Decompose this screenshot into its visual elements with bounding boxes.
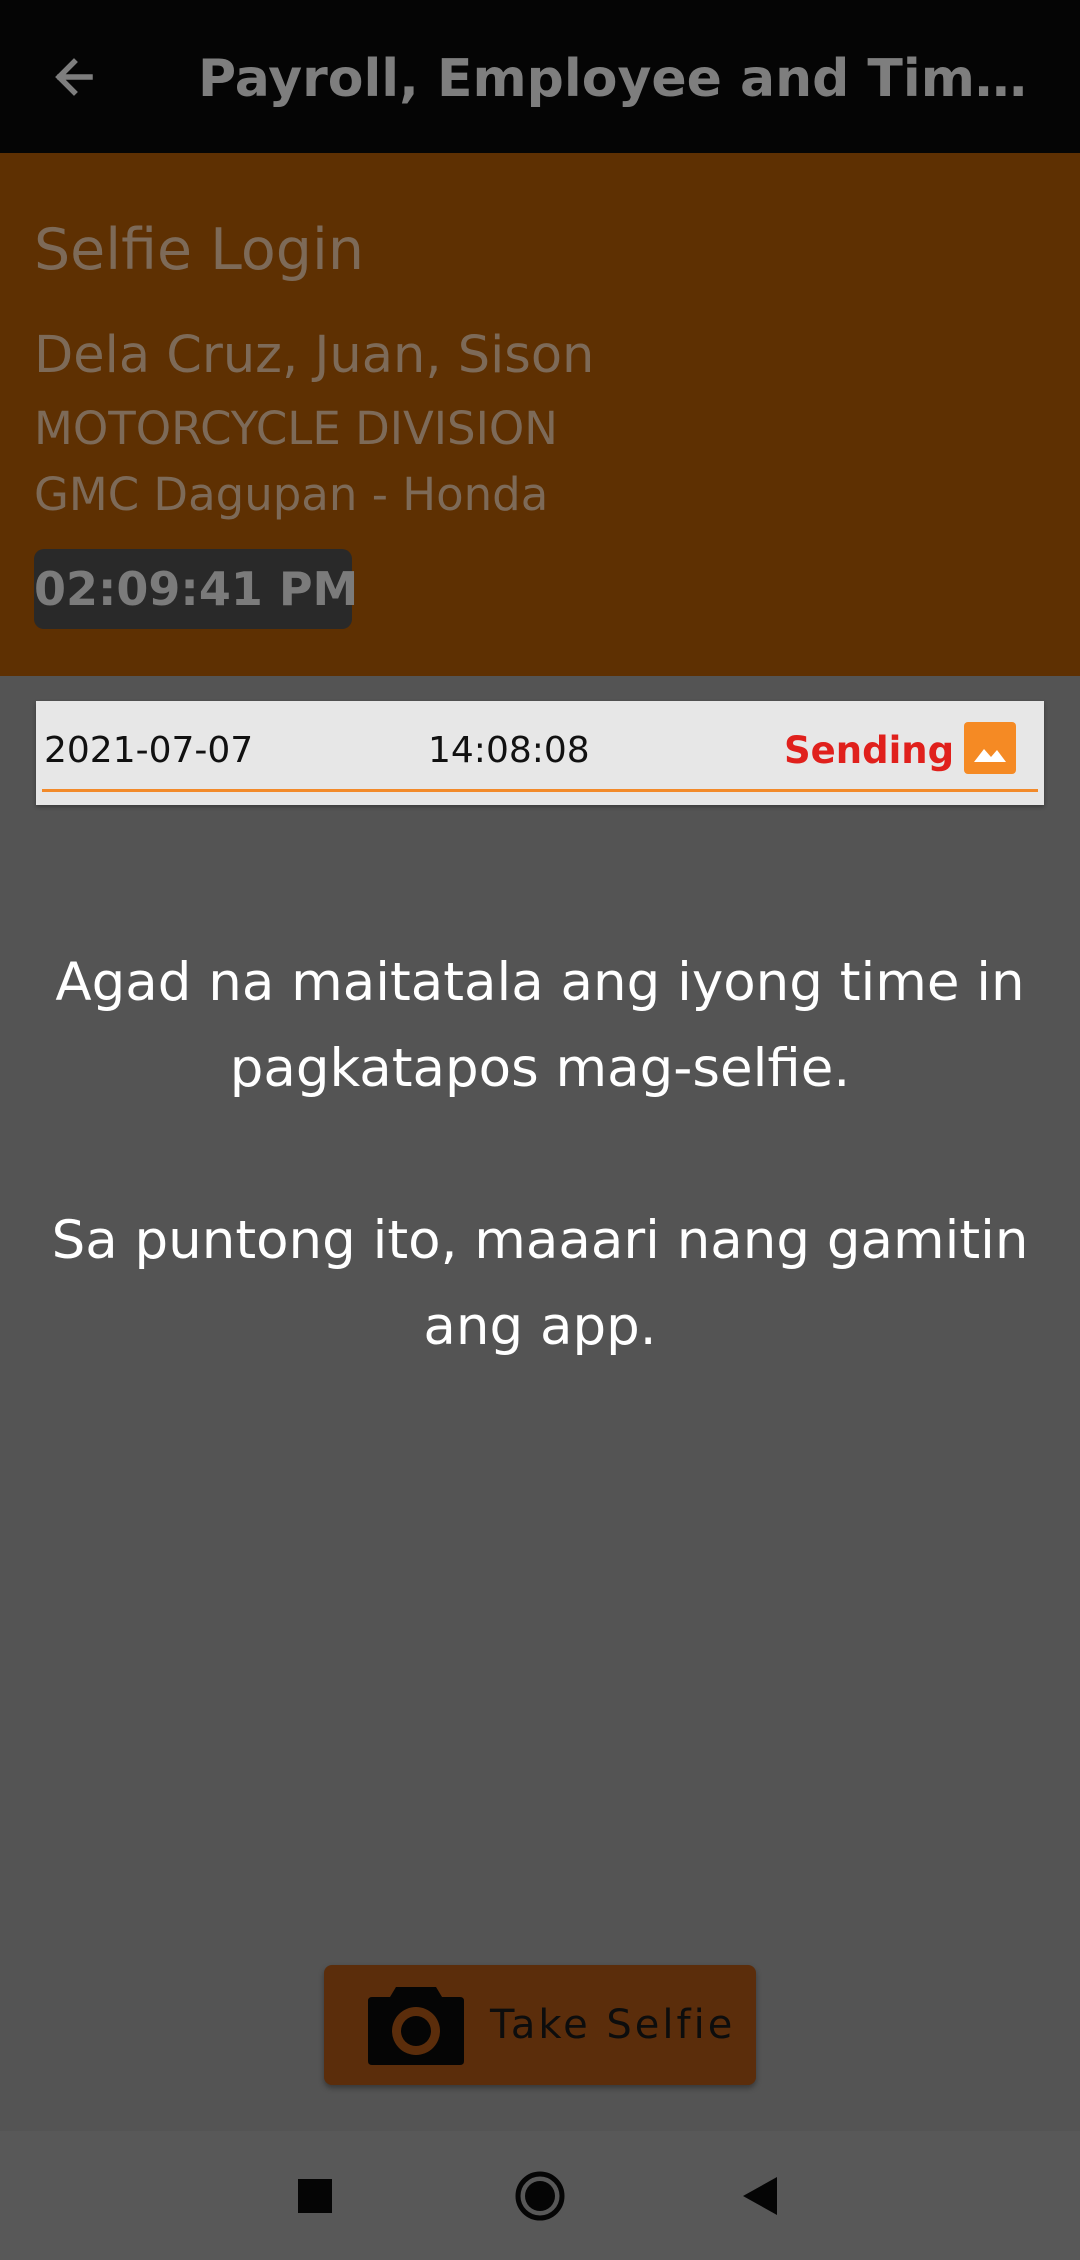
log-time: 14:08:08: [428, 730, 590, 771]
app-title: Payroll, Employee and Time Management Sy…: [198, 49, 1040, 109]
system-nav-bar: [0, 2131, 1080, 2260]
photo-button[interactable]: [964, 722, 1016, 774]
triangle-back-icon: [743, 2177, 777, 2215]
home-button[interactable]: [495, 2151, 585, 2241]
image-icon: [974, 749, 1006, 762]
current-time-badge: 02:09:41 PM: [34, 549, 358, 629]
back-button[interactable]: [40, 40, 114, 114]
circle-icon: [515, 2171, 565, 2221]
camera-icon: [368, 1987, 464, 2065]
recents-button[interactable]: [270, 2151, 360, 2241]
employee-name: Dela Cruz, Juan, Sison: [34, 326, 595, 385]
nav-back-button[interactable]: [715, 2151, 805, 2241]
employee-branch: GMC Dagupan - Honda: [34, 468, 549, 521]
message-line-1: Agad na maitatala ang iyong time in pagk…: [55, 952, 1025, 1099]
page-title: Selfie Login: [34, 217, 364, 283]
row-divider: [42, 789, 1038, 792]
take-selfie-button[interactable]: Take Selfie: [324, 1965, 756, 2085]
employee-division: MOTORCYCLE DIVISION: [34, 402, 558, 455]
instruction-message: Agad na maitatala ang iyong time in pagk…: [40, 940, 1040, 1370]
log-status: Sending: [784, 729, 955, 772]
app-bar: Payroll, Employee and Time Management Sy…: [0, 0, 1080, 153]
employee-header: Selfie Login Dela Cruz, Juan, Sison MOTO…: [0, 153, 1080, 676]
square-icon: [298, 2179, 332, 2213]
take-selfie-label: Take Selfie: [490, 2002, 736, 2048]
log-entry-row: 2021-07-07 14:08:08 Sending: [36, 701, 1044, 805]
message-line-2: Sa puntong ito, maaari nang gamitin ang …: [51, 1210, 1029, 1357]
log-date: 2021-07-07: [44, 730, 254, 771]
arrow-left-icon: [55, 58, 93, 96]
